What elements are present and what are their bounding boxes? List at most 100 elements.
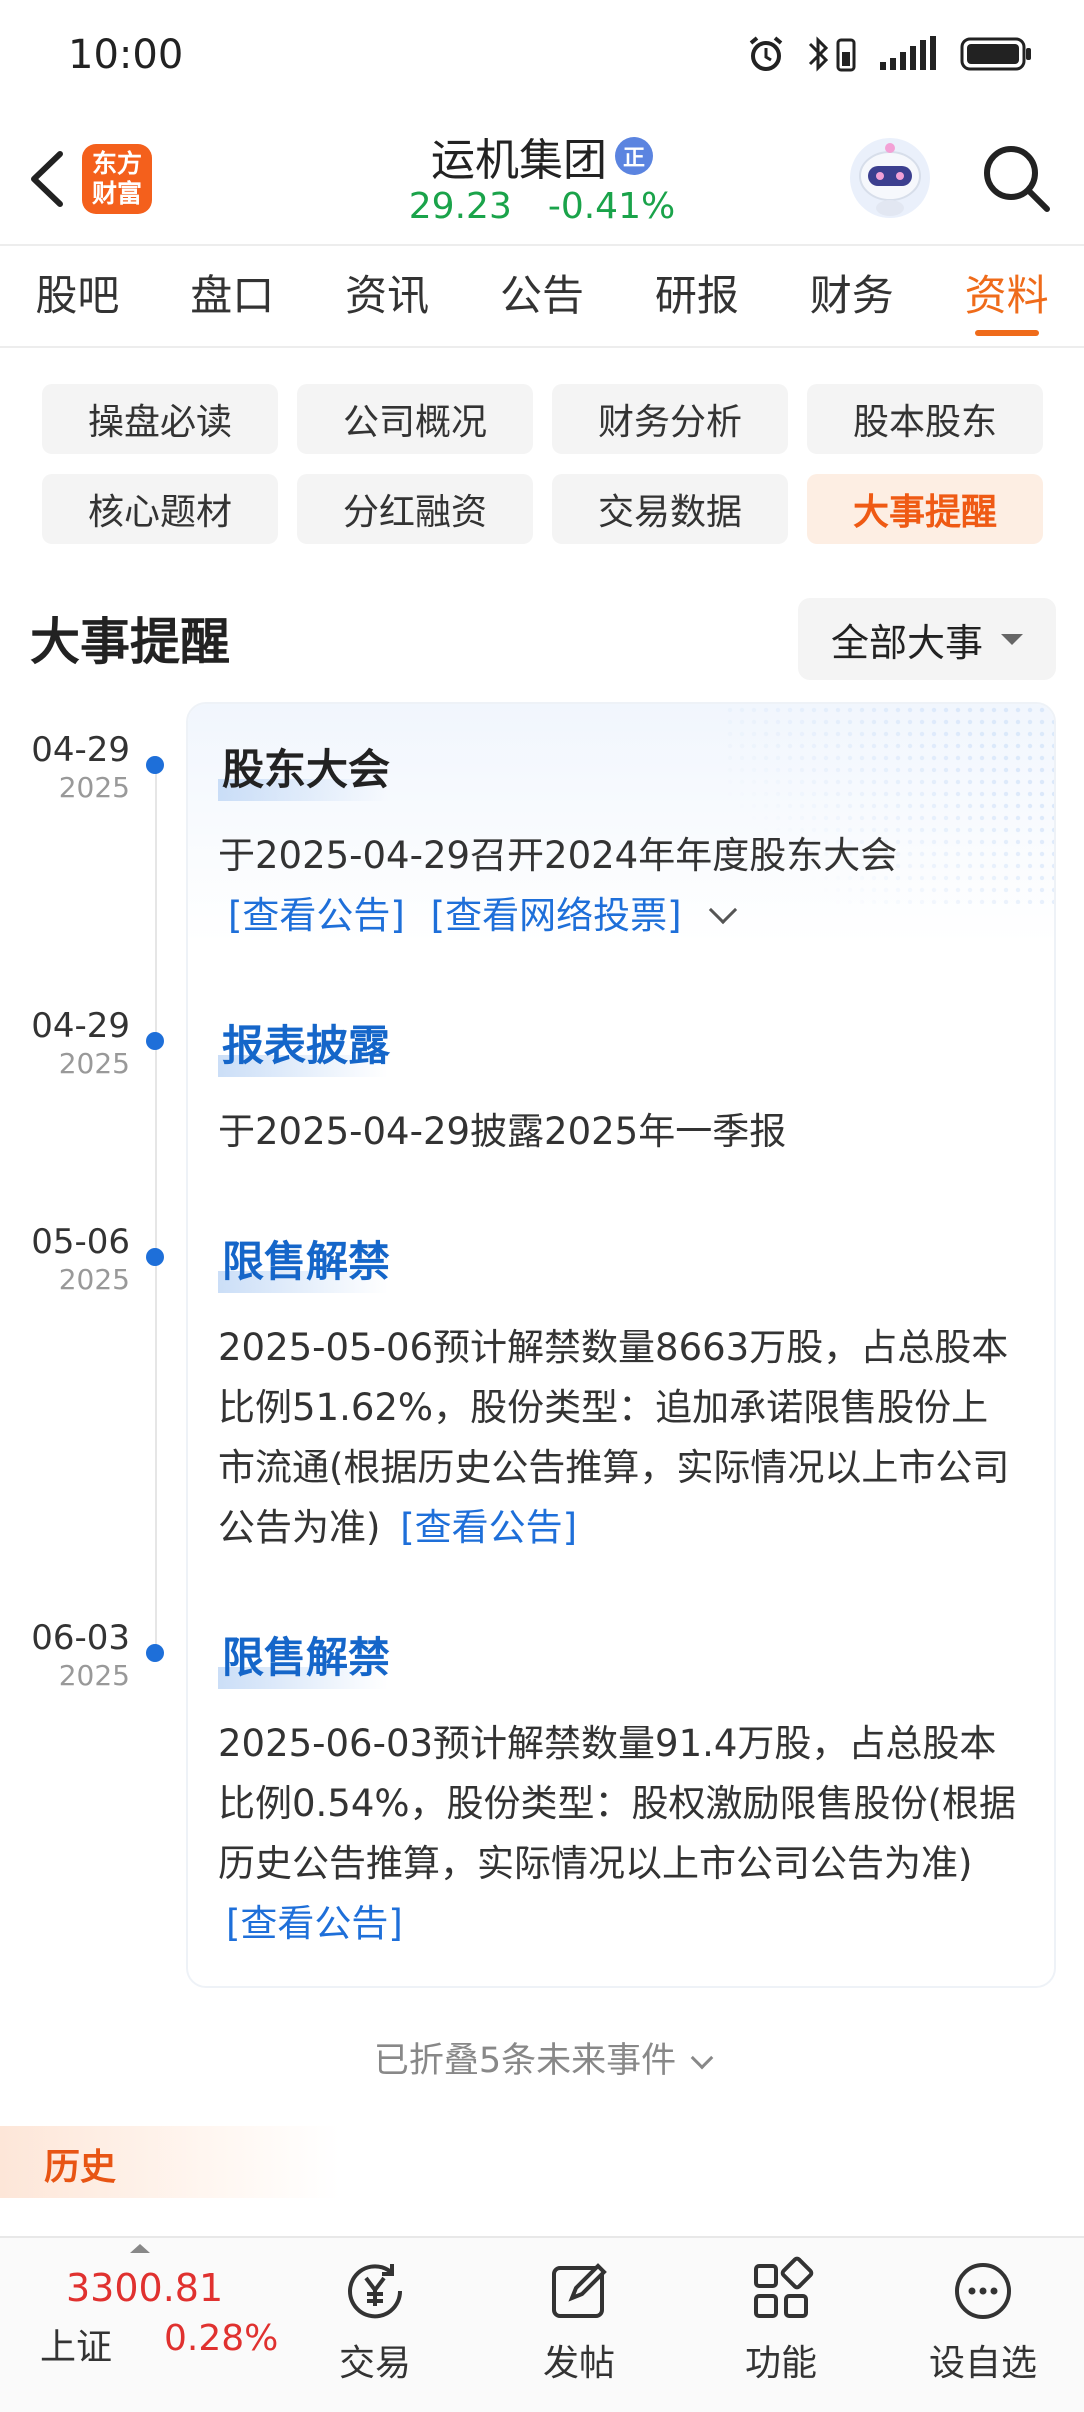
- event-date-year: 2025: [58, 1263, 130, 1296]
- tab-news[interactable]: 资讯: [310, 246, 465, 346]
- timeline-dot: [146, 1644, 164, 1662]
- event-title-text: 报表披露: [222, 1021, 391, 1070]
- status-bar: 10:00: [0, 0, 1084, 110]
- nav-label: 发帖: [542, 2343, 615, 2384]
- subtag-core-themes[interactable]: 核心题材: [42, 474, 278, 544]
- tab-label: 财务: [809, 271, 894, 320]
- event-date: 04-29 2025: [0, 730, 130, 806]
- timeline-line: [155, 756, 157, 1656]
- main-tabs: 股吧 盘口 资讯 公告 研报 财务 资料: [0, 244, 1084, 348]
- index-change[interactable]: 0.28%: [164, 2318, 278, 2359]
- tab-label: 研报: [654, 271, 739, 320]
- subtag-company-overview[interactable]: 公司概况: [297, 384, 533, 454]
- event-date-year: 2025: [58, 1659, 130, 1692]
- tab-profile[interactable]: 资料: [929, 246, 1084, 346]
- event-title-text: 限售解禁: [222, 1633, 391, 1682]
- bluetooth-battery-icon: [808, 36, 856, 72]
- tab-finance[interactable]: 财务: [774, 246, 929, 346]
- index-expand-arrow-icon[interactable]: [130, 2244, 150, 2253]
- battery-icon: [960, 37, 1031, 71]
- nav-add-watchlist[interactable]: 设自选: [918, 2246, 1048, 2396]
- tab-pankou[interactable]: 盘口: [155, 246, 310, 346]
- event-description: 2025-05-06预计解禁数量8663万股，占总股本比例51.62%，股份类型…: [218, 1326, 1010, 1549]
- timeline-dot: [146, 756, 164, 774]
- folded-text: 已折叠5条未来事件: [373, 2041, 677, 2081]
- status-icons: [746, 34, 1034, 74]
- timeline-dot: [146, 1032, 164, 1050]
- more-dots-icon: [955, 2263, 1011, 2319]
- event-title: 股东大会: [218, 736, 394, 801]
- event-date-year: 2025: [58, 771, 130, 804]
- chevron-down-icon: [690, 2046, 714, 2070]
- event-body: 于2025-04-29召开2024年年度股东大会 [查看公告] [查看网络投票]: [218, 826, 1024, 946]
- nav-functions[interactable]: 功能: [716, 2246, 846, 2396]
- active-tab-indicator: [974, 330, 1039, 336]
- subtag-trading-must-read[interactable]: 操盘必读: [42, 384, 278, 454]
- history-label: 历史: [44, 2147, 117, 2188]
- tab-announcements[interactable]: 公告: [465, 246, 620, 346]
- stock-change-pct: -0.41%: [547, 186, 676, 227]
- filter-label: 全部大事: [830, 620, 983, 665]
- event-title-text: 限售解禁: [222, 1237, 391, 1286]
- tab-research[interactable]: 研报: [619, 246, 774, 346]
- tab-label: 资料: [964, 271, 1049, 320]
- search-icon[interactable]: [978, 140, 1054, 216]
- ai-assistant-robot-icon[interactable]: [846, 134, 934, 222]
- nav-label: 交易: [338, 2343, 411, 2384]
- event-date-md: 06-03: [31, 1618, 130, 1658]
- view-online-voting-link[interactable]: [查看网络投票]: [431, 894, 682, 937]
- stock-name: 运机集团: [431, 135, 607, 186]
- subtag-shareholders[interactable]: 股本股东: [807, 384, 1043, 454]
- subtag-trading-data[interactable]: 交易数据: [552, 474, 788, 544]
- event-body: 2025-05-06预计解禁数量8663万股，占总股本比例51.62%，股份类型…: [218, 1318, 1024, 1558]
- nav-trade[interactable]: 交易: [310, 2246, 440, 2396]
- stock-price: 29.23: [408, 186, 512, 227]
- tab-label: 盘口: [190, 271, 275, 320]
- expand-chevron-icon[interactable]: [709, 895, 738, 925]
- tab-guba[interactable]: 股吧: [0, 246, 155, 346]
- tab-label: 公告: [500, 271, 585, 320]
- event-date-year: 2025: [58, 1047, 130, 1080]
- caret-down-icon: [1001, 633, 1023, 645]
- event-date-md: 04-29: [31, 730, 130, 770]
- event-title-text: 股东大会: [222, 745, 391, 794]
- nav-label: 功能: [744, 2343, 817, 2384]
- subtag-dividend-financing[interactable]: 分红融资: [297, 474, 533, 544]
- profile-subtags: 操盘必读 公司概况 财务分析 股本股东 核心题材 分红融资 交易数据 大事提醒: [42, 384, 1044, 544]
- stock-badge: 正: [615, 137, 653, 175]
- trade-icon: [348, 2264, 403, 2319]
- tab-label: 股吧: [35, 271, 120, 320]
- event-date: 06-03 2025: [0, 1618, 130, 1694]
- event-links: [查看公告] [查看网络投票]: [228, 886, 1024, 946]
- event-title: 限售解禁: [218, 1228, 394, 1293]
- event-date-md: 05-06: [31, 1222, 130, 1262]
- bottom-nav: 3300.81 上证 0.28% 交易 发帖 功能 设自选: [0, 2236, 1084, 2412]
- compose-icon: [552, 2263, 607, 2318]
- subtag-financial-analysis[interactable]: 财务分析: [552, 384, 788, 454]
- tab-label: 资讯: [345, 271, 430, 320]
- status-time: 10:00: [68, 32, 184, 78]
- event-date: 04-29 2025: [0, 1006, 130, 1082]
- stock-header: 东方财富 运机集团 正 29.23 -0.41%: [0, 110, 1084, 244]
- nav-post[interactable]: 发帖: [514, 2246, 644, 2396]
- event-title: 限售解禁: [218, 1624, 394, 1689]
- event-description: 于2025-04-29披露2025年一季报: [218, 1110, 787, 1153]
- nav-label: 设自选: [928, 2343, 1037, 2384]
- section-title: 大事提醒: [30, 613, 230, 671]
- index-name[interactable]: 上证: [40, 2318, 112, 2370]
- event-title: 报表披露: [218, 1012, 394, 1077]
- view-announcement-link[interactable]: [查看公告]: [226, 1902, 403, 1945]
- event-date: 05-06 2025: [0, 1222, 130, 1298]
- event-filter-dropdown[interactable]: 全部大事: [798, 598, 1056, 680]
- event-description: 2025-06-03预计解禁数量91.4万股，占总股本比例0.54%，股份类型：…: [218, 1722, 1016, 1885]
- index-value[interactable]: 3300.81: [66, 2266, 223, 2310]
- view-announcement-link[interactable]: [查看公告]: [400, 1506, 577, 1549]
- folded-events-toggle[interactable]: 已折叠5条未来事件: [0, 2032, 1084, 2083]
- subtag-major-events[interactable]: 大事提醒: [807, 474, 1043, 544]
- alarm-icon: [749, 36, 783, 71]
- event-description: 于2025-04-29召开2024年年度股东大会: [218, 834, 898, 877]
- grid-apps-icon: [754, 2256, 814, 2318]
- event-body: 2025-06-03预计解禁数量91.4万股，占总股本比例0.54%，股份类型：…: [218, 1714, 1024, 1954]
- event-body: 于2025-04-29披露2025年一季报: [218, 1102, 1024, 1162]
- view-announcement-link[interactable]: [查看公告]: [228, 894, 405, 937]
